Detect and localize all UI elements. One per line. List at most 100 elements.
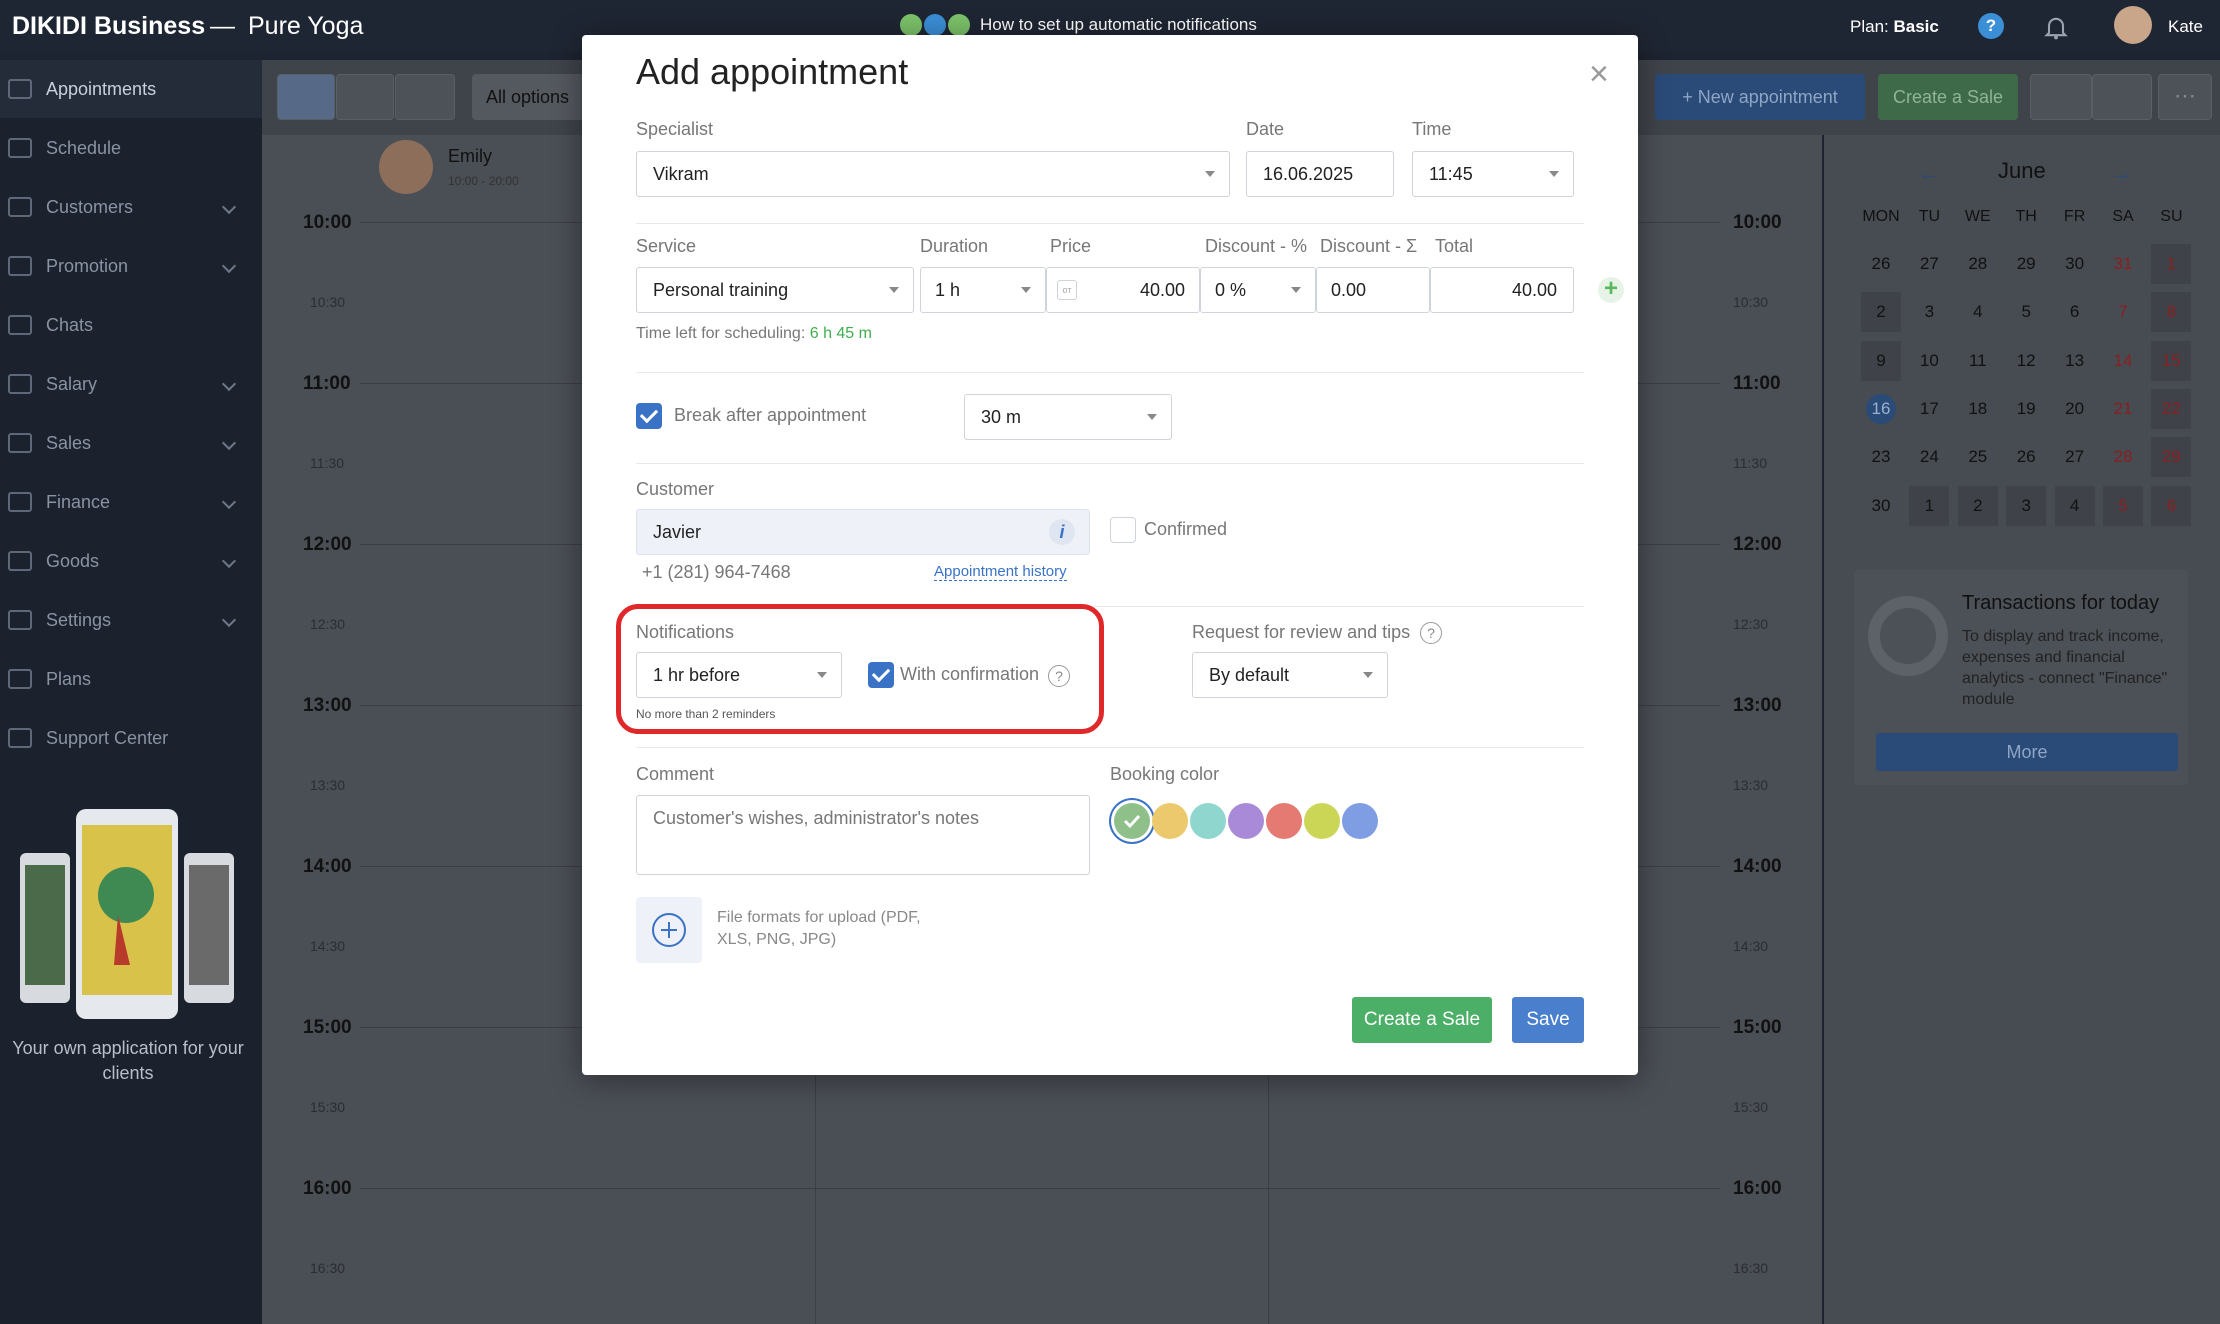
calendar-day[interactable]: 8 bbox=[2151, 292, 2192, 333]
calendar-day[interactable]: 12 bbox=[2006, 341, 2046, 381]
calendar-day[interactable]: 14 bbox=[2103, 341, 2143, 381]
sidebar-item-settings[interactable]: Settings bbox=[0, 591, 262, 649]
close-icon[interactable]: × bbox=[1589, 57, 1609, 91]
calendar-day[interactable]: 9 bbox=[1861, 340, 1901, 381]
sidebar-item-schedule[interactable]: Schedule bbox=[0, 119, 262, 177]
discount-sum-field[interactable]: 0.00 bbox=[1316, 267, 1430, 313]
upload-button[interactable] bbox=[636, 897, 702, 963]
customer-field[interactable]: Javier i bbox=[636, 509, 1090, 555]
day-view-button[interactable] bbox=[277, 74, 335, 120]
info-icon[interactable]: i bbox=[1049, 519, 1075, 545]
calendar-day[interactable]: 13 bbox=[2055, 341, 2095, 381]
time-select[interactable]: 11:45 bbox=[1412, 151, 1574, 197]
review-select[interactable]: By default bbox=[1192, 652, 1388, 698]
price-from-toggle[interactable]: от bbox=[1057, 280, 1077, 300]
calendar-day[interactable]: 3 bbox=[2006, 485, 2047, 526]
prev-month-icon[interactable]: ← bbox=[1918, 160, 1940, 186]
calendar-day[interactable]: 29 bbox=[2006, 244, 2046, 284]
calendar-day[interactable]: 6 bbox=[2055, 292, 2095, 332]
next-month-icon[interactable]: → bbox=[2110, 160, 2132, 186]
confirmed-checkbox[interactable] bbox=[1110, 517, 1136, 543]
appointment-history-link[interactable]: Appointment history bbox=[934, 563, 1067, 581]
bell-icon[interactable] bbox=[2042, 13, 2070, 41]
company-name[interactable]: Pure Yoga bbox=[248, 12, 363, 41]
calendar-day[interactable]: 26 bbox=[2006, 437, 2046, 477]
calendar-day[interactable]: 28 bbox=[2103, 437, 2143, 477]
app-promo-text[interactable]: Your own application for your clients bbox=[10, 1036, 246, 1086]
service-select[interactable]: Personal training bbox=[636, 267, 914, 313]
break-duration-select[interactable]: 30 m bbox=[964, 394, 1172, 440]
sidebar-item-promotion[interactable]: Promotion bbox=[0, 237, 262, 295]
calendar-day[interactable]: 25 bbox=[1958, 437, 1998, 477]
color-swatch[interactable] bbox=[1304, 803, 1340, 839]
plan-indicator[interactable]: Plan: Basic bbox=[1850, 17, 1939, 37]
list-view-button[interactable] bbox=[336, 74, 394, 120]
sidebar-item-customers[interactable]: Customers bbox=[0, 178, 262, 236]
more-options-icon[interactable]: ⋯ bbox=[2158, 74, 2212, 120]
calendar-day[interactable]: 1 bbox=[2151, 244, 2192, 284]
color-swatch[interactable] bbox=[1228, 803, 1264, 839]
sidebar-item-goods[interactable]: Goods bbox=[0, 532, 262, 590]
sidebar-item-chats[interactable]: Chats bbox=[0, 296, 262, 354]
calendar-day[interactable]: 6 bbox=[2151, 485, 2192, 526]
calendar-day[interactable]: 18 bbox=[1958, 389, 1998, 429]
calendar-day[interactable]: 27 bbox=[1909, 244, 1949, 284]
total-field[interactable]: 40.00 bbox=[1430, 267, 1574, 313]
calendar-day[interactable]: 23 bbox=[1861, 437, 1901, 477]
create-sale-top-button[interactable]: Create a Sale bbox=[1878, 74, 2018, 120]
color-swatch[interactable] bbox=[1152, 803, 1188, 839]
sidebar-item-appointments[interactable]: Appointments bbox=[0, 60, 262, 118]
staff-name[interactable]: Emily bbox=[448, 146, 492, 167]
calendar-day[interactable]: 15 bbox=[2151, 340, 2192, 381]
date-field[interactable]: 16.06.2025 bbox=[1246, 151, 1394, 197]
calendar-day[interactable]: 2 bbox=[1957, 485, 1998, 526]
calendar-day[interactable]: 22 bbox=[2151, 388, 2192, 429]
staff-view-button[interactable] bbox=[395, 74, 455, 120]
export-icon[interactable] bbox=[2092, 74, 2152, 120]
sidebar-item-support-center[interactable]: Support Center bbox=[0, 709, 262, 767]
calendar-day[interactable]: 10 bbox=[1909, 341, 1949, 381]
sidebar-item-salary[interactable]: Salary bbox=[0, 355, 262, 413]
user-name[interactable]: Kate bbox=[2168, 17, 2203, 37]
price-field[interactable]: от 40.00 bbox=[1046, 267, 1200, 313]
break-label[interactable]: Break after appointment bbox=[674, 405, 866, 426]
color-swatch[interactable] bbox=[1266, 803, 1302, 839]
new-appointment-button[interactable]: + New appointment bbox=[1655, 74, 1865, 120]
calendar-day[interactable]: 21 bbox=[2103, 389, 2143, 429]
confirmed-label[interactable]: Confirmed bbox=[1144, 519, 1227, 540]
add-service-icon[interactable]: + bbox=[1598, 277, 1624, 303]
help-circle-icon[interactable]: ? bbox=[1420, 622, 1442, 644]
save-button[interactable]: Save bbox=[1512, 997, 1584, 1043]
specialist-select[interactable]: Vikram bbox=[636, 151, 1230, 197]
filter-dropdown[interactable]: All options bbox=[472, 74, 584, 120]
calendar-today[interactable]: 16 bbox=[1866, 393, 1896, 424]
calendar-day[interactable]: 30 bbox=[1861, 486, 1901, 526]
calendar-day[interactable]: 30 bbox=[2055, 244, 2095, 284]
create-sale-button[interactable]: Create a Sale bbox=[1352, 997, 1492, 1043]
calendar-day[interactable]: 4 bbox=[1958, 292, 1998, 332]
more-button[interactable]: More bbox=[1876, 733, 2178, 771]
print-icon[interactable] bbox=[2030, 74, 2092, 120]
calendar-day[interactable]: 17 bbox=[1909, 389, 1949, 429]
calendar-day[interactable]: 31 bbox=[2103, 244, 2143, 284]
comment-textarea[interactable]: Customer's wishes, administrator's notes bbox=[636, 795, 1090, 875]
sidebar-item-sales[interactable]: Sales bbox=[0, 414, 262, 472]
staff-avatar[interactable] bbox=[379, 140, 433, 194]
discount-percent-select[interactable]: 0 % bbox=[1200, 267, 1316, 313]
calendar-day[interactable]: 7 bbox=[2103, 292, 2143, 332]
help-icon[interactable]: ? bbox=[1978, 13, 2004, 39]
calendar-day[interactable]: 26 bbox=[1861, 244, 1901, 284]
color-swatch[interactable] bbox=[1190, 803, 1226, 839]
calendar-day[interactable]: 4 bbox=[2054, 485, 2095, 526]
color-swatch[interactable] bbox=[1114, 803, 1150, 839]
duration-select[interactable]: 1 h bbox=[920, 267, 1046, 313]
calendar-day[interactable]: 3 bbox=[1909, 292, 1949, 332]
sidebar-item-finance[interactable]: Finance bbox=[0, 473, 262, 531]
break-checkbox[interactable] bbox=[636, 403, 662, 429]
calendar-day[interactable]: 5 bbox=[2103, 485, 2143, 526]
user-avatar[interactable] bbox=[2114, 6, 2152, 44]
brand-logo[interactable]: DIKIDI Business bbox=[12, 12, 205, 41]
calendar-day[interactable]: 5 bbox=[2006, 292, 2046, 332]
color-swatch[interactable] bbox=[1342, 803, 1378, 839]
sidebar-item-plans[interactable]: Plans bbox=[0, 650, 262, 708]
